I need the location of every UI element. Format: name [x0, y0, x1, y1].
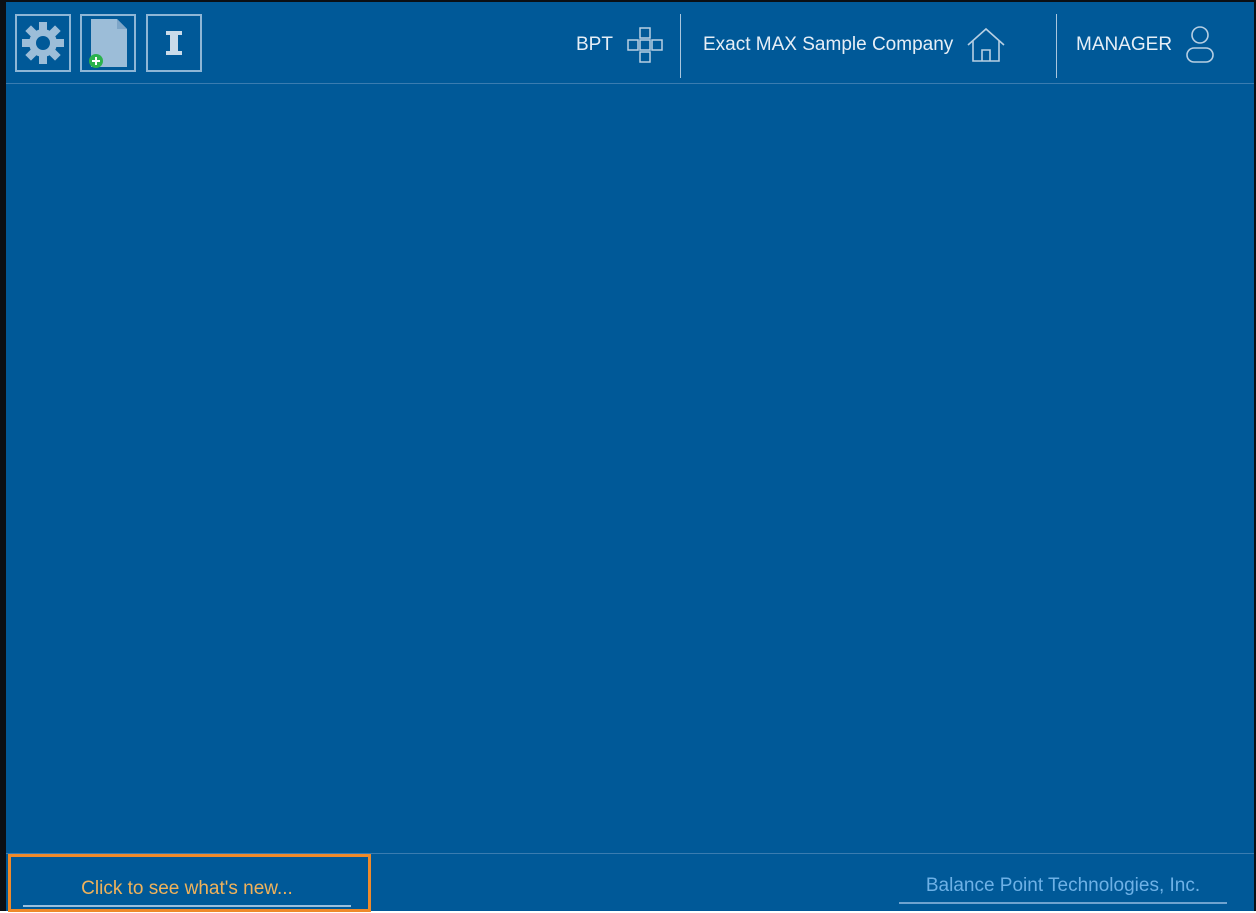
gear-icon: [22, 22, 64, 64]
app-window: BPT Exact MAX Sample Company MANAGER Cli…: [0, 0, 1256, 913]
whats-new-link[interactable]: Click to see what's new...: [23, 875, 351, 907]
bpt-selector[interactable]: BPT: [576, 12, 665, 78]
bpt-label: BPT: [576, 34, 613, 55]
top-toolbar: BPT Exact MAX Sample Company MANAGER: [6, 2, 1254, 84]
user-menu[interactable]: MANAGER: [1076, 12, 1216, 78]
info-icon: [166, 31, 182, 55]
home-icon: [967, 27, 1005, 62]
header-divider: [680, 14, 681, 78]
new-document-button[interactable]: [80, 14, 136, 72]
footer-bar: Click to see what's new... Balance Point…: [6, 853, 1254, 913]
company-label: Exact MAX Sample Company: [703, 34, 954, 55]
modules-icon: [627, 27, 663, 63]
user-label: MANAGER: [1076, 34, 1173, 55]
company-website-link[interactable]: Balance Point Technologies, Inc.: [899, 872, 1227, 904]
user-icon: [1186, 26, 1214, 63]
info-button[interactable]: [146, 14, 202, 72]
new-document-icon: [89, 19, 127, 68]
highlight-box: Click to see what's new...: [8, 854, 371, 912]
settings-button[interactable]: [15, 14, 71, 72]
company-selector[interactable]: Exact MAX Sample Company: [703, 12, 1007, 78]
header-divider: [1056, 14, 1057, 78]
